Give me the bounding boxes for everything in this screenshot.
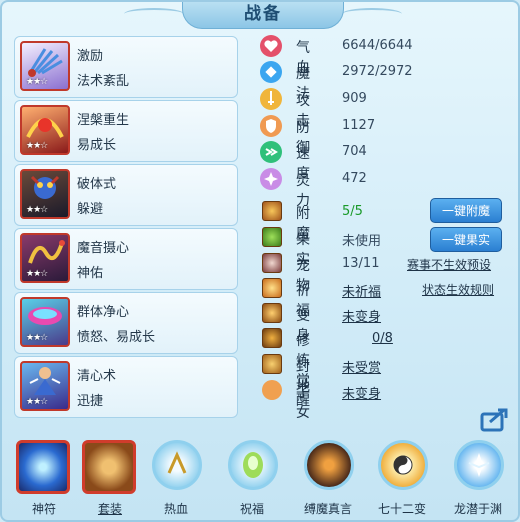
skill-stars: ★★☆ <box>26 141 48 151</box>
skill-sub: 易成长 <box>77 138 117 153</box>
skill-card-1[interactable]: ★★☆ 激励 法术紊乱 <box>14 36 238 98</box>
mana-icon <box>260 61 282 83</box>
skill-stars: ★★☆ <box>26 333 48 343</box>
title-ornament-right <box>342 8 402 20</box>
skill-sub: 躲避 <box>77 202 104 217</box>
stat-value: 6644/6644 <box>342 38 413 53</box>
skill-card-3[interactable]: ★★☆ 破体式 躲避 <box>14 164 238 226</box>
extra-value[interactable]: 未祈福 <box>342 281 381 300</box>
transform-icon <box>262 303 282 323</box>
bottom-item-label: 七十二变 <box>377 502 426 516</box>
hotblood-icon <box>152 440 202 490</box>
skill-sub: 愤怒、易成长 <box>77 330 156 345</box>
skill-name: 破体式 <box>77 177 117 192</box>
bottom-item-label: 热血 <box>163 502 188 516</box>
skill-stars: ★★☆ <box>26 205 48 215</box>
rules-link[interactable]: 状态生效规则 <box>422 281 494 298</box>
one-click-fruit-button[interactable]: 一键果实 <box>430 227 502 252</box>
page-title: 战备 <box>244 4 282 24</box>
fief-icon <box>262 354 282 374</box>
extra-value[interactable]: 未变身 <box>342 306 381 325</box>
extra-value: 未使用 <box>342 234 382 249</box>
bottom-item-hotblood[interactable]: 热血 <box>146 440 206 520</box>
dragon-icon <box>454 440 504 490</box>
phoenix-icon: ★★☆ <box>20 105 70 155</box>
skill-stars: ★★☆ <box>26 397 48 407</box>
bottom-item-label: 神符 <box>31 502 56 516</box>
extra-label: 子女 <box>296 385 310 421</box>
bottom-item-dragon[interactable]: 龙潜于渊 <box>448 440 508 520</box>
stat-value: 704 <box>342 144 367 159</box>
fruit-icon <box>262 227 282 247</box>
seventy-two-icon <box>378 440 428 490</box>
demon-icon: ★★☆ <box>20 169 70 219</box>
skill-card-5[interactable]: ★★☆ 群体净心 愤怒、易成长 <box>14 292 238 354</box>
extra-value[interactable]: 未变身 <box>342 383 381 402</box>
stat-value: 472 <box>342 171 367 186</box>
preset-link[interactable]: 赛事不生效预设 <box>407 256 491 273</box>
bless-icon <box>228 440 278 490</box>
child-icon <box>262 380 282 400</box>
skill-sub: 迅捷 <box>77 394 104 409</box>
cultivation-icon <box>262 328 282 348</box>
bottom-item-bind-demon[interactable]: 缚魔真言 <box>298 440 358 520</box>
heart-icon <box>260 35 282 57</box>
extra-value: 13/11 <box>342 256 380 271</box>
shield-icon <box>260 115 282 137</box>
skill-card-2[interactable]: ★★☆ 涅槃重生 易成长 <box>14 100 238 162</box>
skill-stars: ★★☆ <box>26 269 48 279</box>
rune-icon <box>16 440 70 494</box>
stat-value: 1127 <box>342 118 376 133</box>
skill-name: 激励 <box>77 49 104 64</box>
speed-icon <box>260 141 282 163</box>
skill-sub: 神佑 <box>77 266 104 281</box>
bottom-item-label: 缚魔真言 <box>303 502 352 516</box>
one-click-enchant-button[interactable]: 一键附魔 <box>430 198 502 223</box>
skill-name: 清心术 <box>77 369 117 384</box>
title-banner: 战备 <box>182 2 344 29</box>
drum-icon: ★★☆ <box>20 297 70 347</box>
skill-stars: ★★☆ <box>26 77 48 87</box>
skill-sub: 法术紊乱 <box>77 74 130 89</box>
title-ornament-left <box>124 8 184 20</box>
skill-name: 魔音摄心 <box>77 241 130 256</box>
stat-value: 2972/2972 <box>342 64 413 79</box>
stat-value: 909 <box>342 91 367 106</box>
bottom-item-seventy-two[interactable]: 七十二变 <box>372 440 432 520</box>
bottom-item-bless[interactable]: 祝福 <box>222 440 282 520</box>
bind-demon-icon <box>304 440 354 490</box>
skill-name: 群体净心 <box>77 305 130 320</box>
skill-name: 涅槃重生 <box>77 113 130 128</box>
skill-card-4[interactable]: ★★☆ 魔音摄心 神佑 <box>14 228 238 290</box>
bottom-item-label: 祝福 <box>239 502 264 516</box>
enchant-icon <box>262 201 282 221</box>
attack-icon <box>260 88 282 110</box>
pet-icon <box>262 253 282 273</box>
extra-value: 5/5 <box>342 204 363 219</box>
bottom-item-suit[interactable]: 套装 <box>80 440 140 520</box>
share-icon[interactable] <box>480 406 510 432</box>
battle-prep-panel: 战备 ★★☆ 激励 法术紊乱 ★★☆ 涅槃重生 易成长 ★★☆ 破体式 躲避 ★… <box>0 0 520 522</box>
fan-icon: ★★☆ <box>20 41 70 91</box>
serpent-icon: ★★☆ <box>20 233 70 283</box>
bottom-item-rune[interactable]: 神符 <box>14 440 74 520</box>
bottom-item-label: 龙潜于渊 <box>453 502 502 516</box>
extra-value[interactable]: 未受赏 <box>342 357 381 376</box>
skill-card-6[interactable]: ★★☆ 清心术 迅捷 <box>14 356 238 418</box>
extra-value[interactable]: 0/8 <box>372 331 393 346</box>
suit-icon <box>82 440 136 494</box>
bottom-item-label: 套装 <box>97 502 122 516</box>
blessing-icon <box>262 278 282 298</box>
monk-icon: ★★☆ <box>20 361 70 411</box>
spirit-icon <box>260 168 282 190</box>
